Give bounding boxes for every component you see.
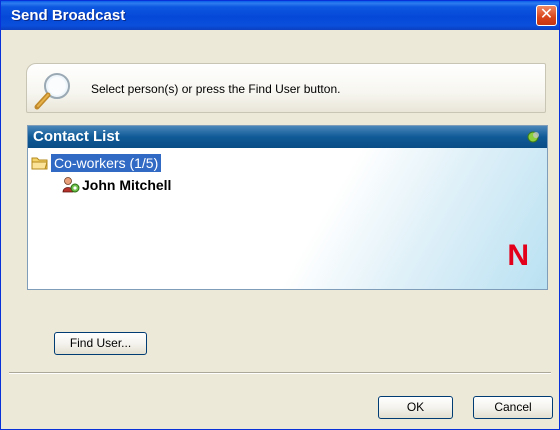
folder-icon <box>31 157 48 170</box>
close-button[interactable]: ✕ <box>536 5 557 26</box>
contact-list-title: Contact List <box>33 128 120 145</box>
magnifier-icon <box>34 73 70 110</box>
hint-panel: Select person(s) or press the Find User … <box>26 63 546 113</box>
panel-background <box>247 148 547 289</box>
novell-logo: N <box>507 239 529 272</box>
contact-name: John Mitchell <box>82 177 172 193</box>
group-label: Co-workers (1/5) <box>51 154 162 172</box>
contact-list[interactable]: Contact List Co-workers (1/5) John Mitch… <box>27 125 548 290</box>
separator <box>9 372 551 374</box>
ok-button[interactable]: OK <box>378 396 453 419</box>
user-online-icon <box>62 177 80 193</box>
window-title: Send Broadcast <box>11 7 126 24</box>
send-broadcast-dialog: Send Broadcast ✕ Select person(s) or pre… <box>0 0 560 430</box>
close-icon: ✕ <box>539 6 554 23</box>
title-bar[interactable]: Send Broadcast ✕ <box>1 1 559 30</box>
contact-list-header: Contact List <box>28 126 547 148</box>
hint-text: Select person(s) or press the Find User … <box>91 82 341 96</box>
cancel-button[interactable]: Cancel <box>473 396 553 419</box>
status-icon <box>527 131 539 143</box>
find-user-button[interactable]: Find User... <box>54 332 147 355</box>
